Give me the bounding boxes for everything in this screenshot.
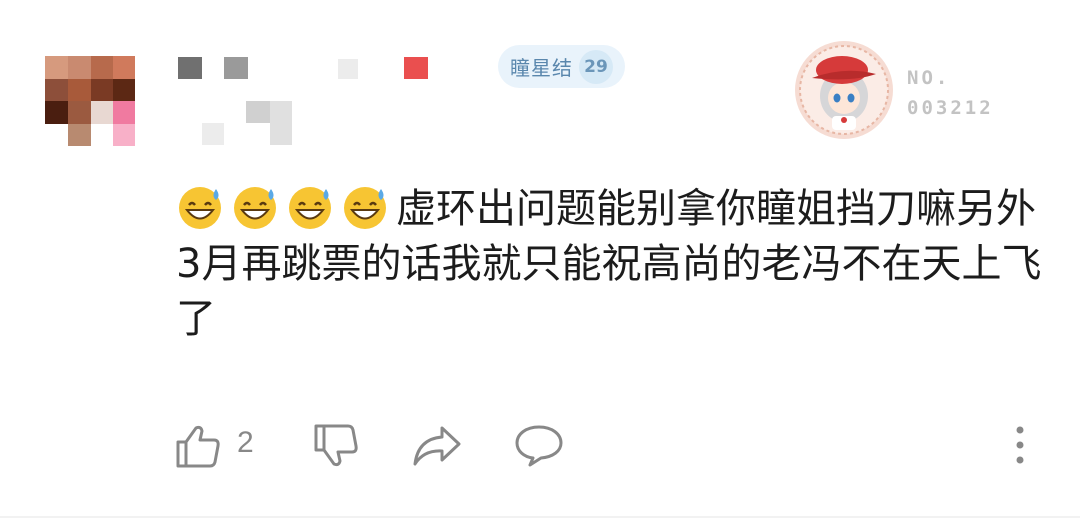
grinning-sweat-emoji <box>179 187 221 229</box>
reply-button[interactable] <box>514 422 564 468</box>
avatar-no-number: 003212 <box>907 97 994 119</box>
comment-icon <box>515 425 563 467</box>
more-icon <box>1016 426 1024 464</box>
avatar-frame-image[interactable] <box>794 40 894 140</box>
like-count: 2 <box>237 426 254 459</box>
user-level-badge[interactable]: 瞳星结 29 <box>498 45 625 88</box>
anime-girl-avatar-icon <box>795 41 893 139</box>
share-button[interactable] <box>412 422 462 468</box>
grinning-sweat-emoji <box>234 187 276 229</box>
badge-name: 瞳星结 <box>510 56 573 80</box>
username-mosaic[interactable] <box>178 55 438 150</box>
dislike-button[interactable] <box>312 422 360 470</box>
badge-level: 29 <box>579 49 613 84</box>
share-icon <box>413 426 461 466</box>
thumbs-down-icon <box>314 424 358 467</box>
grinning-sweat-emoji <box>344 187 386 229</box>
user-avatar-mosaic[interactable] <box>45 56 135 146</box>
comment-content: 虚环出问题能别拿你瞳姐挡刀嘛另外3月再跳票的话我就只能祝高尚的老冯不在天上飞了 <box>176 182 1056 347</box>
avatar-no-label: NO. <box>907 67 951 89</box>
grinning-sweat-emoji <box>289 187 331 229</box>
thumbs-up-icon <box>176 425 220 468</box>
more-options-button[interactable] <box>1010 424 1030 466</box>
like-button[interactable] <box>174 422 222 470</box>
